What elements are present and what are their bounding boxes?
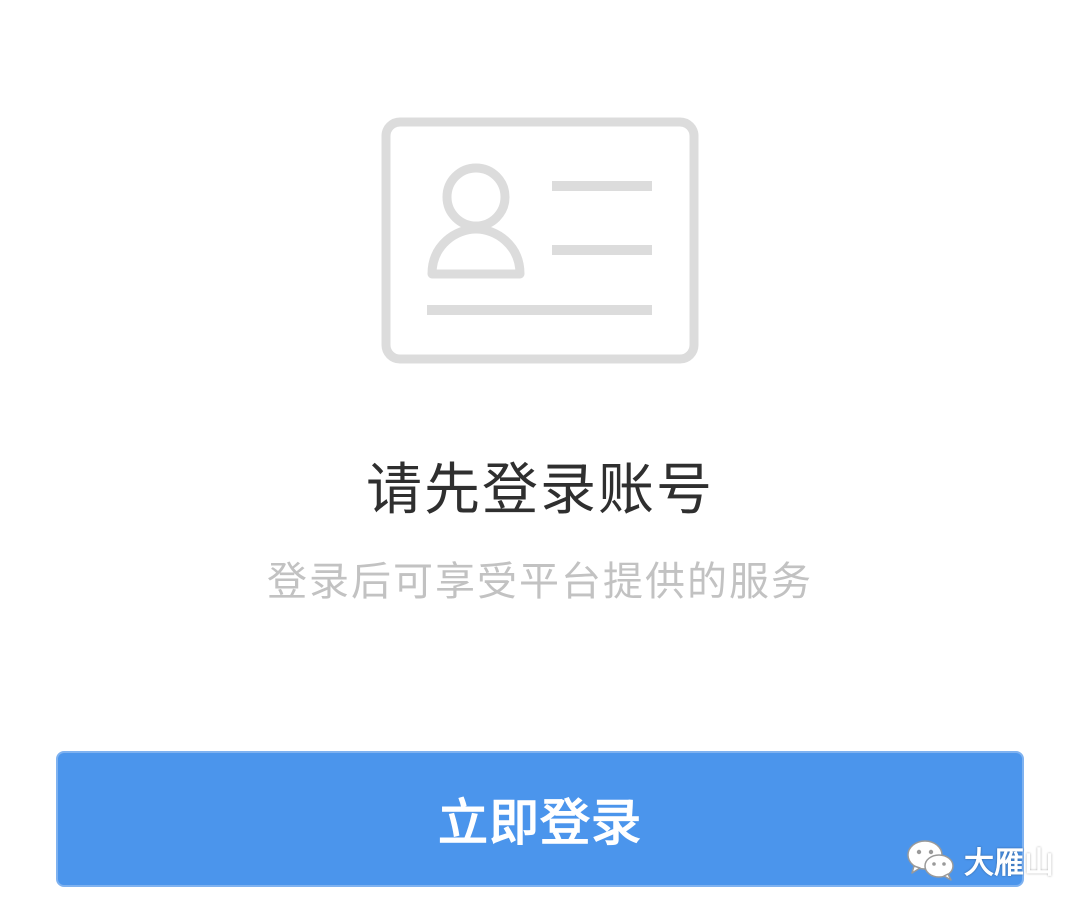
- login-now-button[interactable]: 立即登录: [56, 751, 1024, 887]
- watermark-text: 大雁山: [964, 846, 1054, 881]
- id-card-icon: [381, 117, 699, 364]
- page-subtitle: 登录后可享受平台提供的服务: [267, 559, 813, 605]
- login-required-page: 请先登录账号 登录后可享受平台提供的服务 立即登录 大雁山: [0, 0, 1080, 907]
- wechat-icon: [906, 839, 956, 881]
- login-now-button-label: 立即登录: [438, 794, 642, 852]
- watermark: 大雁山: [906, 836, 1054, 884]
- page-title: 请先登录账号: [366, 458, 714, 523]
